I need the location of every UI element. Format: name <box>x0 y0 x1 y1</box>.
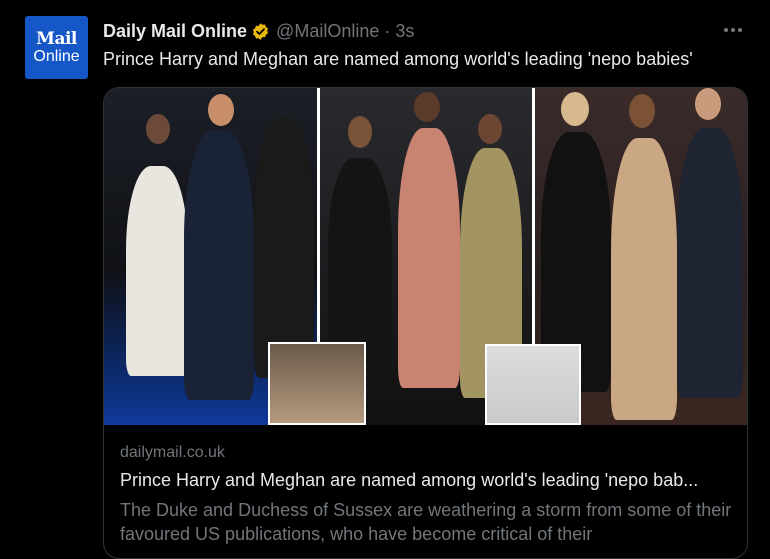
more-options-icon[interactable] <box>721 20 745 40</box>
card-inset-photo <box>268 342 366 425</box>
card-title[interactable]: Prince Harry and Meghan are named among … <box>120 470 732 491</box>
avatar-logo-line2: Online <box>33 47 80 65</box>
avatar[interactable]: Mail Online <box>25 16 88 79</box>
display-name[interactable]: Daily Mail Online <box>103 21 247 42</box>
timestamp[interactable]: 3s <box>395 21 414 42</box>
card-domain: dailymail.co.uk <box>120 444 225 461</box>
card-inset-photo <box>485 344 581 425</box>
handle[interactable]: @MailOnline <box>276 21 379 42</box>
tweet-header: Daily Mail Online @MailOnline · 3s <box>103 19 414 43</box>
link-card[interactable]: dailymail.co.uk Prince Harry and Meghan … <box>103 87 748 559</box>
avatar-logo-line1: Mail <box>36 28 77 49</box>
tweet-text: Prince Harry and Meghan are named among … <box>103 49 693 69</box>
separator-dot: · <box>384 20 391 41</box>
verified-badge-icon[interactable] <box>251 22 270 41</box>
tweet[interactable]: Mail Online Daily Mail Online @MailOnlin… <box>0 0 770 559</box>
card-image[interactable] <box>104 88 747 425</box>
